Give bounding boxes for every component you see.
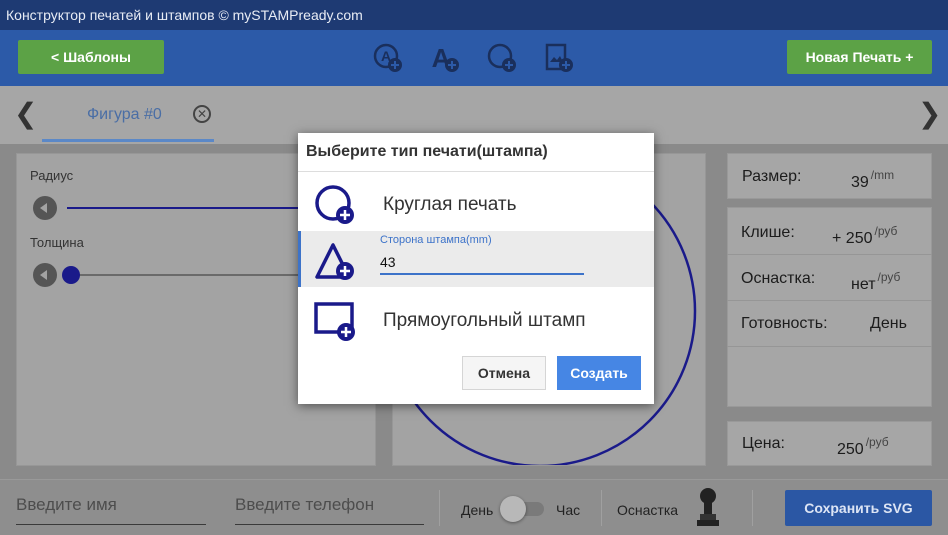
thickness-label: Толщина: [30, 235, 84, 250]
close-icon[interactable]: ✕: [193, 105, 211, 123]
dialog-title: Выберите тип печати(штампа): [306, 143, 548, 160]
hour-label: Час: [556, 502, 581, 518]
create-button[interactable]: Создать: [557, 356, 641, 390]
triangle-stamp-icon: [313, 239, 357, 283]
toolbar: < Шаблоны A A Новая Печать +: [0, 30, 948, 86]
divider: [298, 171, 654, 172]
divider: [439, 490, 440, 526]
option-rect-label: Прямоугольный штамп: [383, 310, 586, 331]
tab-label: Фигура #0: [87, 106, 162, 123]
equipment-label: Оснастка:: [741, 270, 816, 287]
add-text-icon[interactable]: A: [429, 42, 461, 74]
divider: [727, 300, 932, 301]
bottom-bar: Введите имя Введите телефон День Час Осн…: [0, 479, 948, 535]
add-image-icon[interactable]: [543, 42, 575, 74]
cancel-button[interactable]: Отмена: [462, 356, 546, 390]
cliche-label: Клише:: [741, 224, 795, 241]
app-title: Конструктор печатей и штампов © mySTAMPr…: [0, 0, 948, 30]
size-label: Размер:: [742, 168, 802, 185]
radius-decrease-icon[interactable]: [33, 196, 57, 220]
thickness-slider-thumb[interactable]: [62, 266, 80, 284]
size-box: Размер: 39/mm: [727, 153, 932, 199]
cliche-value: + 250/руб: [832, 224, 898, 247]
option-round-label: Круглая печать: [383, 194, 517, 215]
tab-prev-arrow-icon[interactable]: ❮: [14, 100, 37, 128]
toggle-knob[interactable]: [500, 496, 526, 522]
name-input[interactable]: Введите имя: [16, 495, 206, 525]
side-size-caption: Сторона штампа(mm): [380, 234, 492, 246]
templates-button[interactable]: < Шаблоны: [18, 40, 164, 74]
divider: [752, 490, 753, 526]
new-stamp-button[interactable]: Новая Печать +: [787, 40, 932, 74]
thickness-decrease-icon[interactable]: [33, 263, 57, 287]
size-value: 39/mm: [851, 168, 895, 191]
readiness-value: День: [870, 315, 907, 332]
option-round-stamp[interactable]: Круглая печать: [298, 175, 654, 231]
divider: [601, 490, 602, 526]
equipment-value: нет/руб: [851, 270, 901, 293]
price-box: Цена: 250/руб: [727, 421, 932, 466]
phone-input[interactable]: Введите телефон: [235, 495, 424, 525]
tab-next-arrow-icon[interactable]: ❯: [918, 100, 941, 128]
round-stamp-icon: [313, 183, 357, 227]
option-triangle-stamp[interactable]: Сторона штампа(mm) 43: [298, 231, 654, 287]
price-value: 250/руб: [837, 435, 889, 458]
readiness-label: Готовность:: [741, 315, 828, 332]
day-label: День: [461, 502, 494, 518]
side-size-input[interactable]: 43: [380, 251, 584, 275]
add-circle-icon[interactable]: [486, 42, 518, 74]
add-circle-text-icon[interactable]: A: [372, 42, 404, 74]
stamp-type-dialog: Выберите тип печати(штампа) Круглая печа…: [298, 133, 654, 404]
radius-label: Радиус: [30, 168, 74, 183]
stamp-tool-icon[interactable]: [692, 486, 724, 532]
option-rect-stamp[interactable]: Прямоугольный штамп: [298, 290, 654, 346]
save-svg-button[interactable]: Сохранить SVG: [785, 490, 932, 526]
divider: [727, 254, 932, 255]
tab-figure-0[interactable]: Фигура #0 ✕: [42, 86, 214, 142]
equipment-option-label: Оснастка: [617, 502, 679, 518]
divider: [727, 346, 932, 347]
rect-stamp-icon: [313, 298, 357, 342]
price-label: Цена:: [742, 435, 785, 452]
